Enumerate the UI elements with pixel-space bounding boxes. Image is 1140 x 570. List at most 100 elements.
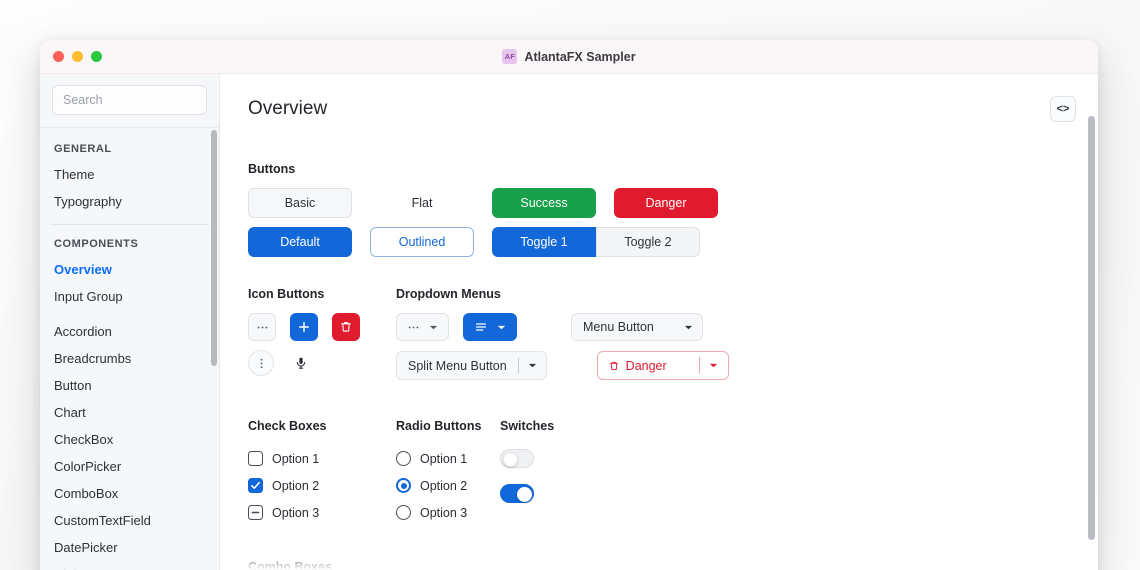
radio-option-1[interactable]: Option 1 <box>396 445 500 472</box>
check-boxes-column: Check Boxes Option 1 Option 2 Option 3 <box>248 419 396 526</box>
radio-unselected-icon[interactable] <box>396 505 411 520</box>
switch-knob <box>502 451 518 467</box>
split-danger-button-arrow[interactable] <box>700 361 728 370</box>
selection-controls-section: Check Boxes Option 1 Option 2 Option 3 R… <box>248 419 1070 526</box>
split-menu-button-label[interactable]: Split Menu Button <box>397 359 518 373</box>
ellipsis-dropdown-button[interactable] <box>396 313 449 341</box>
nav-group-title-general: GENERAL <box>54 143 112 155</box>
microphone-icon-button[interactable] <box>288 350 314 376</box>
radio-unselected-icon[interactable] <box>396 451 411 466</box>
more-options-icon-button[interactable] <box>248 350 274 376</box>
sidebar-scrollbar[interactable] <box>211 128 217 570</box>
menu-button[interactable]: Menu Button <box>571 313 703 341</box>
sidebar: GENERAL Theme Typography COMPONENTS Over… <box>40 74 220 570</box>
default-button[interactable]: Default <box>248 227 352 257</box>
sidebar-item-accordion[interactable]: Accordion <box>40 318 219 345</box>
screenshot-root: AF AtlantaFX Sampler GENERAL Theme Typog… <box>0 0 1140 570</box>
switch-on[interactable] <box>500 484 534 503</box>
minimize-window-button[interactable] <box>72 51 83 62</box>
overview-content: Buttons Basic Flat Success Danger Defaul… <box>220 122 1098 570</box>
menu-icon-dropdown-button[interactable] <box>463 313 517 341</box>
sidebar-divider <box>50 224 209 225</box>
app-logo-icon: AF <box>502 49 518 64</box>
main-scrollbar-thumb[interactable] <box>1088 116 1095 540</box>
sidebar-item-combobox[interactable]: ComboBox <box>40 480 219 507</box>
section-title-dropdown-menus: Dropdown Menus <box>396 287 501 301</box>
minus-icon <box>251 511 260 514</box>
sidebar-item-theme[interactable]: Theme <box>40 161 219 188</box>
danger-button[interactable]: Danger <box>614 188 718 218</box>
delete-icon-button[interactable] <box>332 313 360 341</box>
window-title: AtlantaFX Sampler <box>524 49 636 64</box>
success-button[interactable]: Success <box>492 188 596 218</box>
add-icon-button[interactable] <box>290 313 318 341</box>
search-input[interactable] <box>52 85 207 115</box>
app-window: AF AtlantaFX Sampler GENERAL Theme Typog… <box>40 40 1098 570</box>
dropdown-menus-column: Dropdown Menus Menu Button Split Menu Bu… <box>396 287 1070 385</box>
basic-button[interactable]: Basic <box>248 188 352 218</box>
sidebar-item-chart[interactable]: Chart <box>40 399 219 426</box>
main-scrollbar[interactable] <box>1088 74 1095 570</box>
checkbox-unchecked-icon[interactable] <box>248 451 263 466</box>
sidebar-item-datepicker[interactable]: DatePicker <box>40 534 219 561</box>
window-title-group: AF AtlantaFX Sampler <box>40 40 1098 73</box>
checkbox-option-1[interactable]: Option 1 <box>248 445 396 472</box>
chevron-down-icon <box>684 325 693 329</box>
sidebar-item-input-group[interactable]: Input Group <box>40 283 219 310</box>
section-title-check-boxes: Check Boxes <box>248 419 327 433</box>
title-bar: AF AtlantaFX Sampler <box>40 40 1098 74</box>
section-title-switches: Switches <box>500 419 555 433</box>
radio-selected-icon[interactable] <box>396 478 411 493</box>
outlined-button[interactable]: Outlined <box>370 227 474 257</box>
window-controls[interactable] <box>53 51 102 62</box>
sidebar-item-checkbox[interactable]: CheckBox <box>40 426 219 453</box>
nav-group-title-components: COMPONENTS <box>54 238 139 250</box>
toggle-button-group: Toggle 1 Toggle 2 <box>492 227 718 257</box>
toggle-1-button[interactable]: Toggle 1 <box>492 227 596 257</box>
flat-button[interactable]: Flat <box>370 188 474 218</box>
dropdown-row-2: Split Menu Button Danger <box>396 351 1070 380</box>
ellipsis-vertical-icon <box>260 358 262 368</box>
ellipsis-horizontal-icon <box>257 326 267 328</box>
sidebar-scrollbar-thumb[interactable] <box>211 130 217 366</box>
radio-option-3[interactable]: Option 3 <box>396 499 500 526</box>
radio-option-2[interactable]: Option 2 <box>396 472 500 499</box>
checkbox-option-2[interactable]: Option 2 <box>248 472 396 499</box>
sidebar-item-typography[interactable]: Typography <box>40 188 219 215</box>
section-title-buttons: Buttons <box>248 162 296 176</box>
sidebar-item-dialog[interactable]: Dialog <box>40 561 219 570</box>
code-icon: <> <box>1056 103 1070 115</box>
checkbox-option-1-label: Option 1 <box>272 451 320 466</box>
dropdown-row-1: Menu Button <box>396 313 1070 341</box>
main-header: Overview <> <box>220 74 1098 122</box>
split-danger-button-label-group[interactable]: Danger <box>598 359 699 373</box>
sidebar-item-customtextfield[interactable]: CustomTextField <box>40 507 219 534</box>
ellipsis-horizontal-icon-button[interactable] <box>248 313 276 341</box>
switch-on-row <box>500 480 620 507</box>
sidebar-item-breadcrumbs[interactable]: Breadcrumbs <box>40 345 219 372</box>
checkbox-option-3[interactable]: Option 3 <box>248 499 396 526</box>
icon-buttons-column: Icon Buttons <box>248 287 396 385</box>
radio-option-3-label: Option 3 <box>420 505 468 520</box>
icon-buttons-row-1 <box>248 313 396 341</box>
trash-icon <box>609 361 618 370</box>
sidebar-item-button[interactable]: Button <box>40 372 219 399</box>
toggle-2-button[interactable]: Toggle 2 <box>596 227 700 257</box>
checkbox-indeterminate-icon[interactable] <box>248 505 263 520</box>
checkbox-checked-icon[interactable] <box>248 478 263 493</box>
sidebar-item-colorpicker[interactable]: ColorPicker <box>40 453 219 480</box>
checkbox-option-2-label: Option 2 <box>272 478 320 493</box>
maximize-window-button[interactable] <box>91 51 102 62</box>
buttons-grid: Basic Flat Success Danger Default Outlin… <box>248 188 1070 257</box>
check-icon <box>251 481 260 489</box>
sidebar-item-overview[interactable]: Overview <box>40 256 219 283</box>
view-source-button[interactable]: <> <box>1050 96 1076 122</box>
split-menu-button-arrow[interactable] <box>519 361 546 370</box>
chevron-down-icon <box>429 325 438 329</box>
split-menu-button[interactable]: Split Menu Button <box>396 351 547 380</box>
split-danger-button[interactable]: Danger <box>596 351 729 380</box>
radio-option-2-label: Option 2 <box>420 478 468 493</box>
close-window-button[interactable] <box>53 51 64 62</box>
chevron-down-icon <box>710 363 718 368</box>
switch-off[interactable] <box>500 449 534 468</box>
